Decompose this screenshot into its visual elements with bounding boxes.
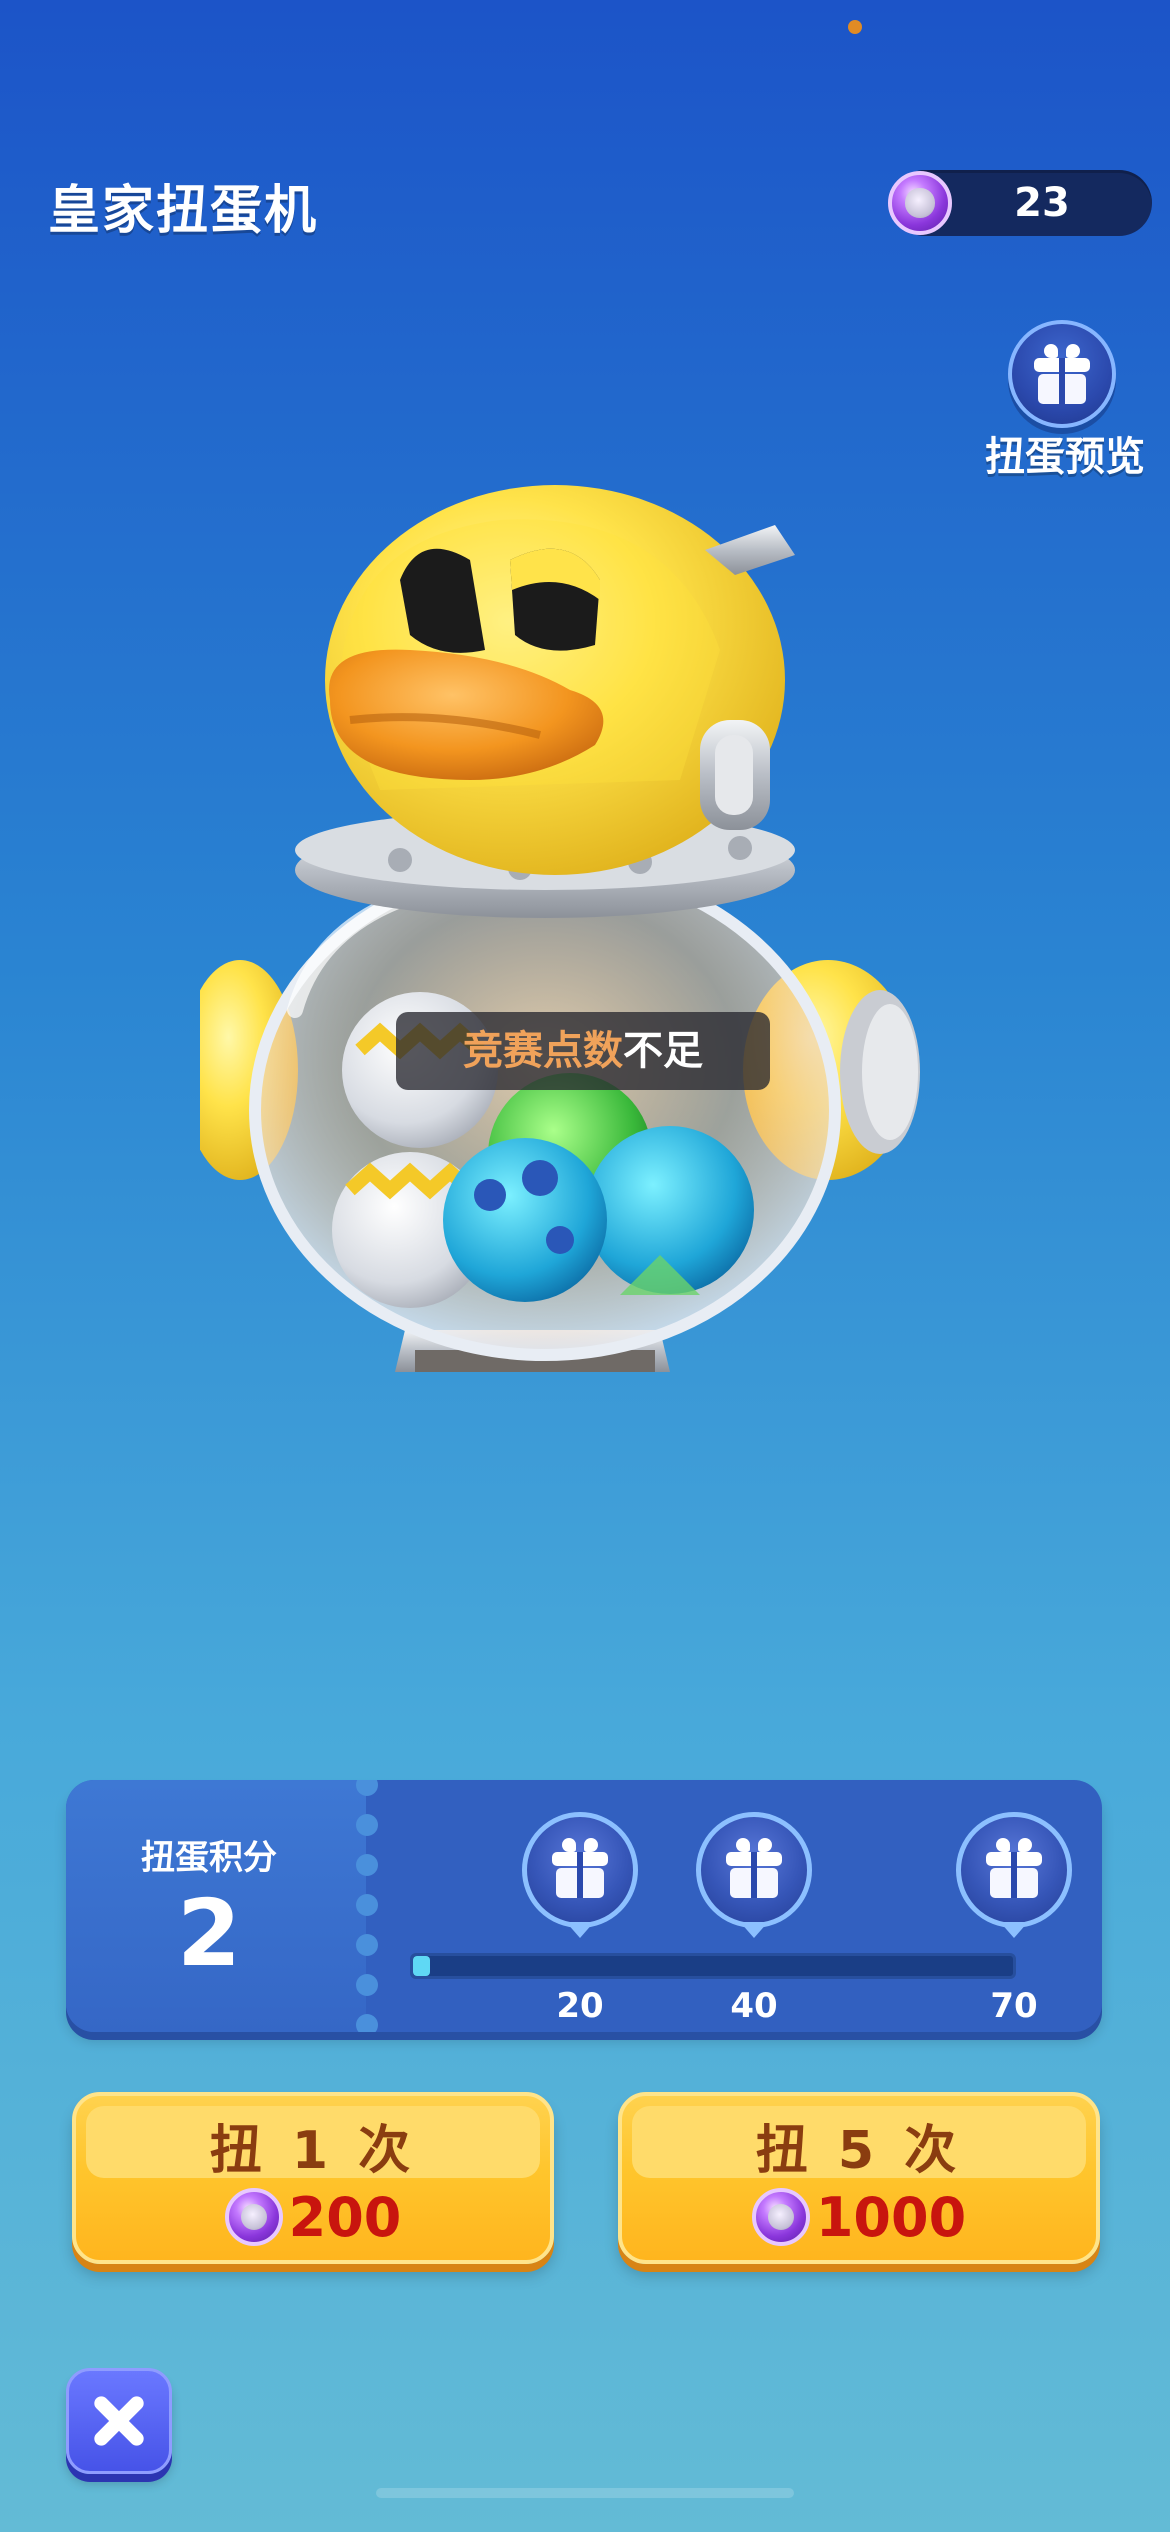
ticket-coin-icon [888,171,952,235]
ticket-coin-icon [751,2188,810,2247]
ticket-perforation [356,1894,378,1916]
gift-icon [986,1838,1042,1898]
milestone-pointer [740,1922,768,1938]
currency-balance: 23 [888,170,1152,236]
draw-five-cost-value: 1000 [815,2186,967,2249]
points-progress-fill [413,1956,431,1976]
toast-highlight: 竞赛点数 [463,1028,623,1074]
milestone-pointer [566,1922,594,1938]
gift-icon [1034,344,1090,404]
draw-once-button[interactable]: 扭 1 次 200 [72,2092,554,2264]
draw-five-button[interactable]: 扭 5 次 1000 [618,2092,1100,2264]
ticket-perforation [356,1974,378,1996]
ticket-perforation [356,1814,378,1836]
capsule-preview-button[interactable] [1008,320,1116,428]
home-indicator [376,2488,794,2498]
points-label: 扭蛋积分 [141,1838,277,1878]
points-progress-bar [410,1953,1016,1979]
page-title: 皇家扭蛋机 [48,181,319,241]
milestone-threshold-20: 20 [556,1986,604,2026]
ticket-perforation [356,2014,378,2032]
ticket-perforation [356,1934,378,1956]
toast-text: 不足 [623,1028,703,1074]
draw-five-cost: 1000 [622,2188,1096,2250]
points-value: 2 [176,1880,241,1987]
status-indicator-dot [848,20,862,34]
ticket-perforation [356,1780,378,1796]
draw-five-label: 扭 5 次 [755,2121,963,2181]
milestone-threshold-70: 70 [990,1986,1038,2026]
milestone-reward-70[interactable] [956,1812,1072,1948]
ticket-coin-icon [224,2188,283,2247]
milestone-reward-40[interactable] [696,1812,812,1948]
duck-capsule-machine[interactable] [200,450,1000,1400]
ticket-perforation [356,1854,378,1876]
currency-amount: 23 [1014,180,1070,226]
draw-once-label: 扭 1 次 [209,2121,417,2181]
draw-once-cost-value: 200 [288,2186,402,2249]
milestone-pointer [1000,1922,1028,1938]
close-button[interactable] [66,2368,172,2474]
gift-icon [726,1838,782,1898]
insufficient-points-toast: 竞赛点数不足 [396,1012,770,1090]
milestone-threshold-40: 40 [730,1986,778,2026]
gift-icon [552,1838,608,1898]
milestone-reward-20[interactable] [522,1812,638,1948]
draw-once-cost: 200 [76,2188,550,2250]
